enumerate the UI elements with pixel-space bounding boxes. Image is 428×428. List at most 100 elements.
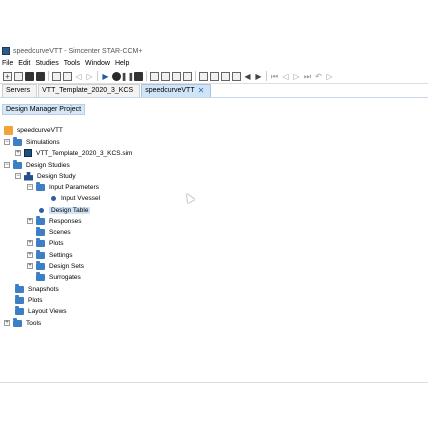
panel-header: Design Manager Project [2,104,86,115]
collapse-icon[interactable]: − [27,184,33,190]
tree-node-plots-child[interactable]: + Plots [27,237,64,248]
tree-node-snapshots[interactable]: Snapshots [15,283,59,294]
tree-label: Design Studies [26,161,70,169]
expand-icon[interactable]: + [27,240,33,246]
toolbar-separator [266,71,267,81]
back-icon[interactable]: ◁ [74,72,83,81]
expand-icon[interactable]: + [27,263,33,269]
delete-icon[interactable] [63,71,72,81]
mesh-icon[interactable] [150,71,159,81]
folder-icon [13,136,22,146]
tree-node-input-parameters[interactable]: − Input Parameters [27,181,99,192]
grid-icon[interactable] [161,71,170,81]
tree-label: Design Sets [49,262,85,270]
expand-icon[interactable]: + [27,218,33,224]
tab-label: VTT_Template_2020_3_KCS [42,87,134,94]
stop-icon[interactable] [134,71,143,81]
tree-node-design-study[interactable]: − Design Study [15,171,76,181]
menu-tools[interactable]: Tools [64,60,80,67]
folder-icon [36,215,45,225]
step-forward-icon[interactable]: ⏭ [303,72,312,81]
next-icon[interactable]: ▷ [292,72,301,81]
arrow-left-icon[interactable]: ◀ [243,72,252,81]
fit-icon[interactable] [232,71,241,81]
folder-icon [36,271,45,281]
menu-help[interactable]: Help [115,60,129,67]
menu-edit[interactable]: Edit [18,60,30,67]
forward-icon[interactable]: ▷ [85,72,94,81]
collapse-icon[interactable]: − [15,173,21,179]
project-icon [4,125,13,135]
tree-node-scenes[interactable]: Scenes [36,226,71,237]
tree-label: Simulations [26,138,60,146]
folder-icon [15,283,24,293]
undo-icon[interactable]: ↶ [314,72,323,81]
tree-node-layout-views[interactable]: Layout Views [15,305,67,316]
tree-label: Snapshots [28,285,59,293]
menu-window[interactable]: Window [85,60,110,67]
tree-node-input-vvessel[interactable]: Input Vvessel [49,193,100,203]
menu-file[interactable]: File [2,60,13,67]
tree-node-surrogates[interactable]: Surrogates [36,271,81,282]
tree-node-plots[interactable]: Plots [15,294,43,305]
expand-icon[interactable]: + [4,320,10,326]
zoom-icon[interactable] [221,71,230,81]
arrow-right-icon[interactable]: ▶ [254,72,263,81]
tree-node-settings[interactable]: + Settings [27,249,73,260]
save-icon[interactable] [25,71,34,81]
save-all-icon[interactable] [36,71,45,81]
tab-speedcurvevtt[interactable]: speedcurveVTT ✕ [141,84,212,97]
tree-node-responses[interactable]: + Responses [27,215,82,226]
tree-label: speedcurveVTT [17,126,63,134]
tree-label: Tools [26,319,42,327]
tree-node-design-table[interactable]: Design Table [37,205,91,215]
collapse-icon[interactable]: − [4,162,10,168]
tree-label: Plots [49,239,64,247]
step-back-icon[interactable]: ⏮ [270,72,279,81]
tree-node-root[interactable]: speedcurveVTT [4,125,63,135]
play-icon[interactable]: ▷ [325,72,334,81]
design-study-icon [24,171,33,181]
run-icon[interactable]: ▶ [101,72,110,81]
tree-node-design-sets[interactable]: + Design Sets [27,260,85,271]
tab-bar: Servers VTT_Template_2020_3_KCS speedcur… [0,84,428,98]
tree-label: Scenes [49,228,71,236]
tab-servers[interactable]: Servers [2,84,38,97]
tree-node-tools[interactable]: + Tools [4,317,42,328]
tree-label: Plots [28,296,43,304]
expand-icon[interactable]: + [27,252,33,258]
tree-node-simulations[interactable]: − Simulations [4,136,60,147]
view-icon[interactable] [199,71,208,81]
folder-icon [13,317,22,327]
starccm-app-icon [2,47,10,55]
folder-icon [36,226,45,236]
folder-icon [36,260,45,270]
record-icon[interactable] [112,71,121,81]
new-icon[interactable]: + [3,71,12,81]
close-icon[interactable]: ✕ [198,87,205,95]
tab-vtt-template[interactable]: VTT_Template_2020_3_KCS [38,84,141,97]
tree-label: Input Parameters [49,183,99,191]
tree-label: Surrogates [49,273,81,281]
filter-icon[interactable] [183,71,192,81]
prev-icon[interactable]: ◁ [281,72,290,81]
tree-node-sim-file[interactable]: + VTT_Template_2020_3_KCS.sim [15,148,132,158]
tree-node-design-studies[interactable]: − Design Studies [4,159,70,170]
expand-icon[interactable]: + [15,150,21,156]
layout-icon[interactable] [210,71,219,81]
pause-icon[interactable]: ❚❚ [121,72,134,81]
select-icon[interactable] [172,71,181,81]
tab-label: Servers [6,87,31,94]
menu-studies[interactable]: Studies [35,60,58,67]
window-title: speedcurveVTT - Simcenter STAR-CCM+ [13,47,143,55]
open-icon[interactable] [14,71,23,81]
folder-icon [15,305,24,315]
toolbar-separator [146,71,147,81]
tree-label: Design Study [37,172,76,180]
tree-label: VTT_Template_2020_3_KCS.sim [36,149,133,157]
collapse-icon[interactable]: − [4,139,10,145]
copy-icon[interactable] [52,71,61,81]
title-bar: speedcurveVTT - Simcenter STAR-CCM+ [0,44,428,58]
tree-label: Layout Views [28,307,67,315]
tree-label: Input Vvessel [61,194,101,202]
